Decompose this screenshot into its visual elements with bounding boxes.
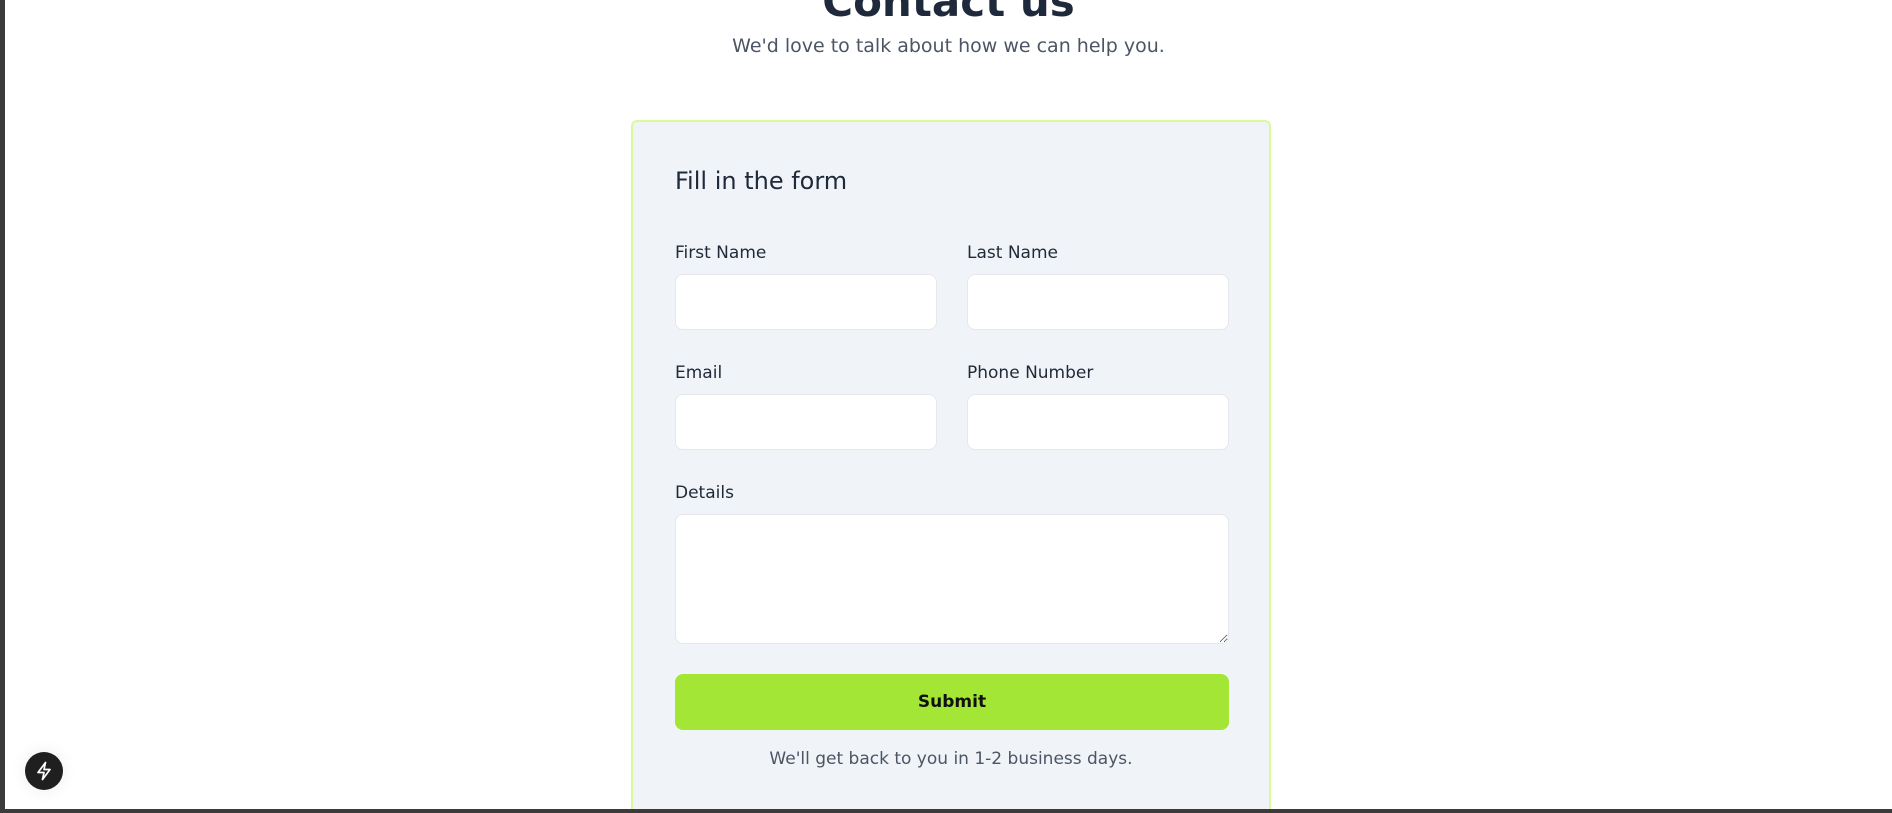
response-time-note: We'll get back to you in 1-2 business da…	[769, 749, 1133, 769]
first-name-input[interactable]	[675, 274, 937, 330]
phone-number-label: Phone Number	[967, 363, 1094, 383]
details-label: Details	[675, 483, 734, 503]
page-viewport: Contact us We'd love to talk about how w…	[5, 0, 1892, 809]
floating-action-button[interactable]	[25, 752, 63, 790]
page-title: Contact us	[822, 0, 1075, 26]
lightning-bolt-icon	[37, 761, 51, 781]
last-name-label: Last Name	[967, 243, 1058, 263]
submit-button[interactable]: Submit	[675, 674, 1229, 730]
page-subtitle: We'd love to talk about how we can help …	[732, 35, 1165, 57]
first-name-label: First Name	[675, 243, 767, 263]
contact-form-card: Fill in the form First Name Last Name Em…	[631, 120, 1271, 809]
last-name-input[interactable]	[967, 274, 1229, 330]
phone-number-input[interactable]	[967, 394, 1229, 450]
form-heading: Fill in the form	[675, 167, 848, 195]
email-input[interactable]	[675, 394, 937, 450]
details-textarea[interactable]	[675, 514, 1229, 644]
email-label: Email	[675, 363, 723, 383]
